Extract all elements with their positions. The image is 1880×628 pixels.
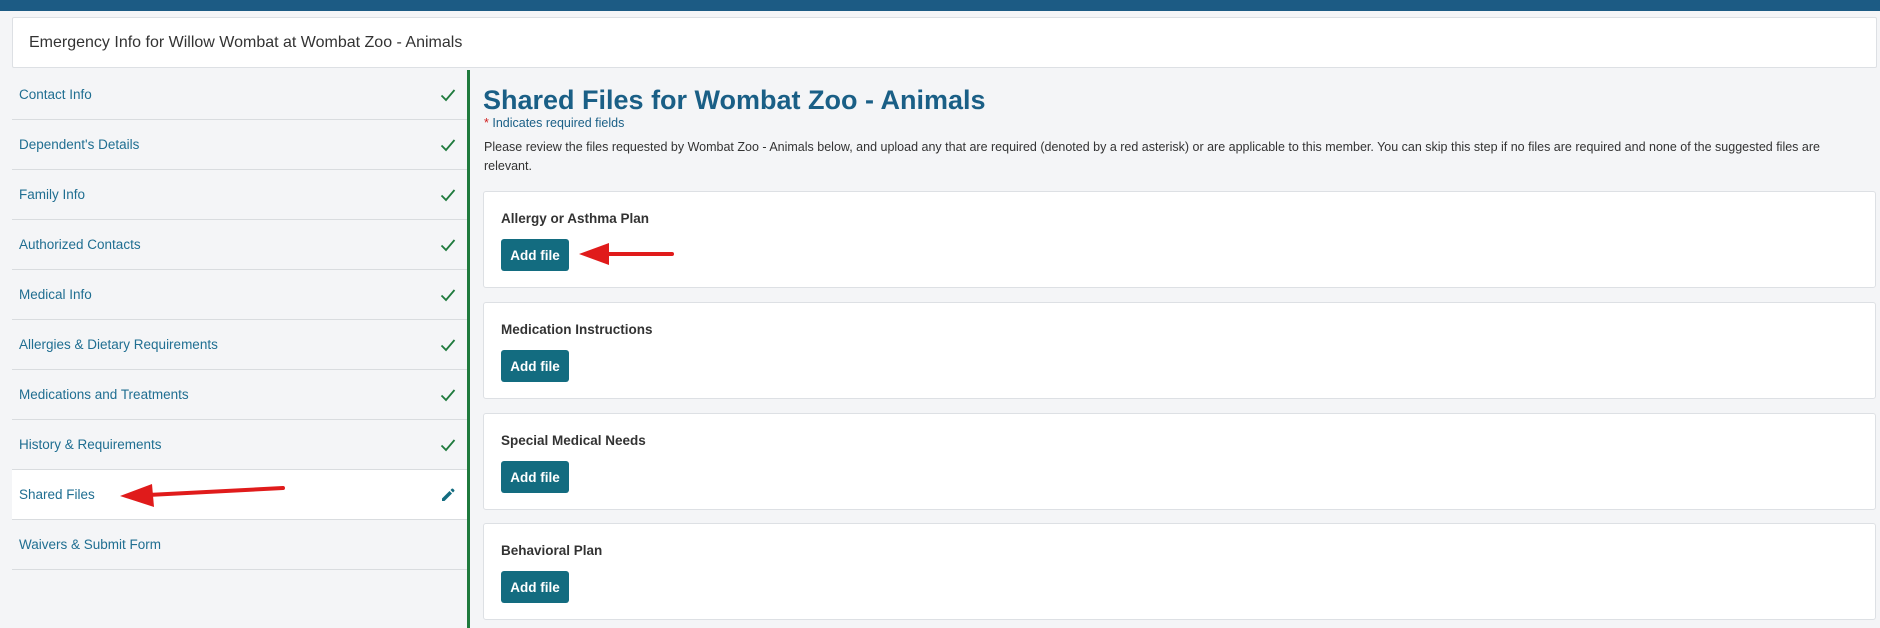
add-file-button[interactable]: Add file: [501, 350, 569, 382]
file-card-label: Allergy or Asthma Plan: [501, 211, 650, 226]
file-card-label: Medication Instructions: [501, 322, 653, 337]
sidebar-item-allergies-dietary[interactable]: Allergies & Dietary Requirements: [12, 320, 467, 370]
annotation-arrow-icon: [579, 243, 674, 265]
sidebar-item-label: Medications and Treatments: [19, 387, 189, 402]
sidebar-item-label: Waivers & Submit Form: [19, 537, 162, 552]
check-icon: [439, 136, 457, 154]
sidebar-item-label: Authorized Contacts: [19, 237, 141, 252]
check-icon: [439, 236, 457, 254]
sidebar-item-label: History & Requirements: [19, 437, 162, 452]
check-icon: [439, 336, 457, 354]
sidebar-item-medications-treatments[interactable]: Medications and Treatments: [12, 370, 467, 420]
required-note-text: Indicates required fields: [488, 116, 625, 130]
file-card-label: Special Medical Needs: [501, 433, 646, 448]
file-card-label: Behavioral Plan: [501, 543, 603, 558]
check-icon: [439, 86, 457, 104]
file-card-allergy-asthma-plan: Allergy or Asthma Plan Add file: [483, 191, 1876, 288]
annotation-arrow-icon: [120, 484, 285, 507]
check-icon: [439, 436, 457, 454]
add-file-button[interactable]: Add file: [501, 571, 569, 603]
sidebar-item-medical-info[interactable]: Medical Info: [12, 270, 467, 320]
sidebar-item-label: Dependent's Details: [19, 137, 140, 152]
sidebar-item-history-requirements[interactable]: History & Requirements: [12, 420, 467, 470]
file-card-behavioral-plan: Behavioral Plan Add file: [483, 523, 1876, 620]
sidebar-item-waivers-submit[interactable]: Waivers & Submit Form: [12, 520, 467, 570]
check-icon: [439, 186, 457, 204]
form-header: Emergency Info for Willow Wombat at Womb…: [12, 17, 1877, 68]
check-icon: [439, 386, 457, 404]
intro-text: Please review the files requested by Wom…: [484, 140, 1820, 173]
sidebar-item-contact-info[interactable]: Contact Info: [12, 70, 467, 120]
sidebar-item-dependents-details[interactable]: Dependent's Details: [12, 120, 467, 170]
required-fields-note: * Indicates required fields: [484, 116, 624, 130]
pencil-icon: [439, 486, 457, 504]
main-content: Shared Files for Wombat Zoo - Animals * …: [483, 70, 1878, 628]
sidebar-item-label: Family Info: [19, 187, 86, 202]
sidebar-item-label: Shared Files: [19, 487, 95, 502]
sidebar-nav: Contact Info Dependent's Details Family …: [12, 70, 470, 628]
check-icon: [439, 286, 457, 304]
file-card-medication-instructions: Medication Instructions Add file: [483, 302, 1876, 399]
page-title: Shared Files for Wombat Zoo - Animals: [483, 85, 986, 115]
add-file-button[interactable]: Add file: [501, 461, 569, 493]
sidebar-item-label: Contact Info: [19, 87, 92, 102]
form-header-title: Emergency Info for Willow Wombat at Womb…: [29, 33, 463, 51]
sidebar-item-label: Medical Info: [19, 287, 92, 302]
sidebar-item-label: Allergies & Dietary Requirements: [19, 337, 218, 352]
sidebar-progress-rail: [467, 70, 470, 628]
file-card-special-medical-needs: Special Medical Needs Add file: [483, 413, 1876, 510]
sidebar-item-authorized-contacts[interactable]: Authorized Contacts: [12, 220, 467, 270]
sidebar-item-family-info[interactable]: Family Info: [12, 170, 467, 220]
add-file-button[interactable]: Add file: [501, 239, 569, 271]
top-bar: [0, 0, 1880, 11]
